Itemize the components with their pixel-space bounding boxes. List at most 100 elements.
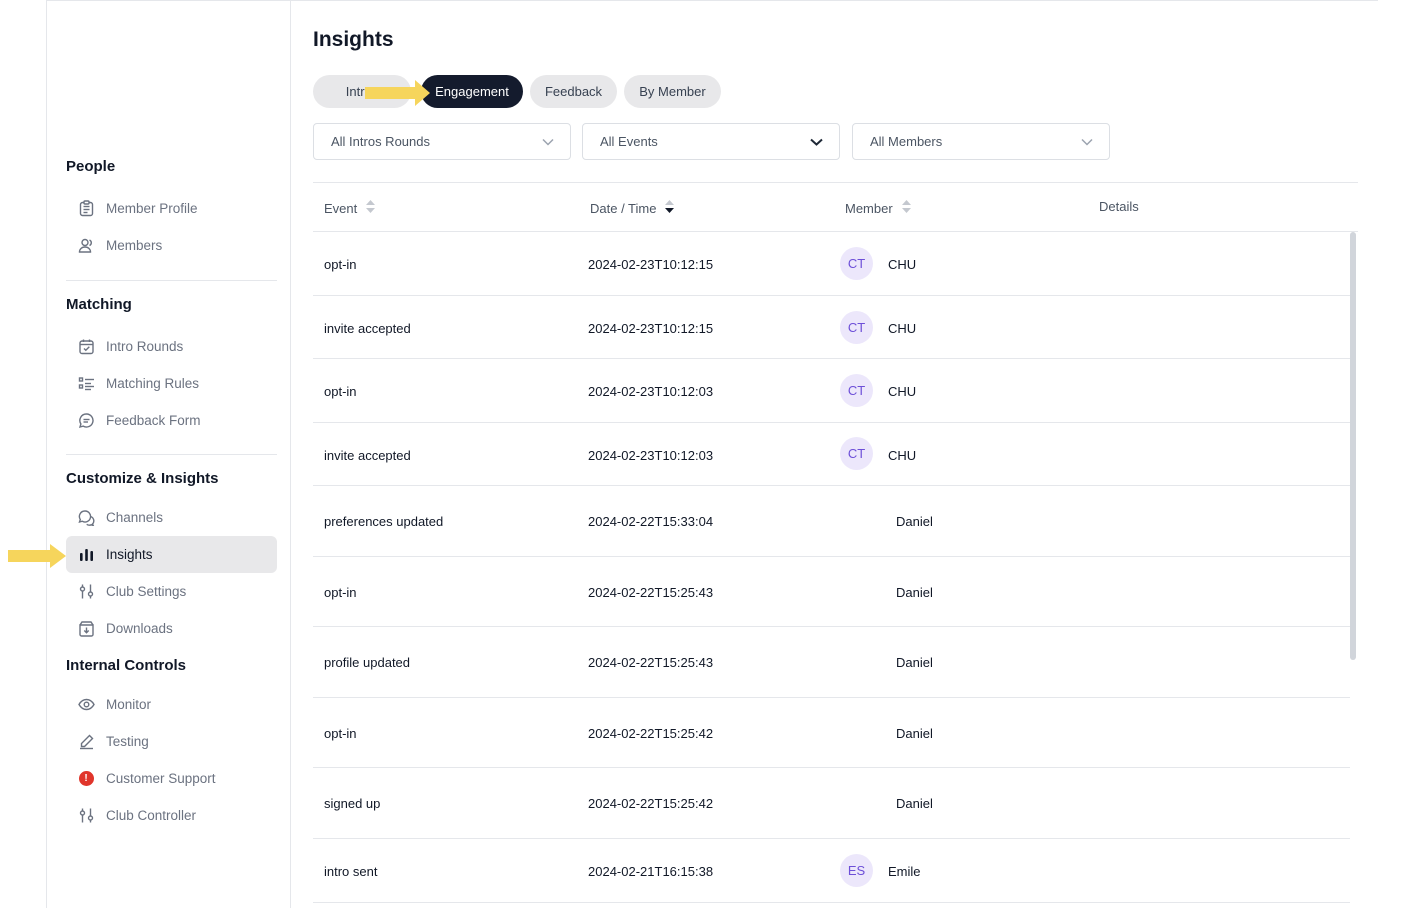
- member-cell: Daniel: [896, 514, 933, 529]
- sidebar-item-downloads[interactable]: Downloads: [66, 610, 277, 647]
- users-icon: [77, 237, 95, 255]
- events-select[interactable]: All Events: [582, 123, 840, 160]
- datetime-cell: 2024-02-23T10:12:15: [588, 257, 714, 272]
- sort-icon: [366, 200, 376, 216]
- sidebar-item-monitor[interactable]: Monitor: [66, 686, 277, 723]
- intros-round-select[interactable]: All Intros Rounds: [313, 123, 571, 160]
- sidebar-item-club-settings[interactable]: Club Settings: [66, 573, 277, 610]
- avatar: CT: [840, 247, 873, 280]
- datetime-cell: 2024-02-22T15:25:42: [588, 726, 714, 741]
- event-cell: profile updated: [324, 655, 411, 670]
- sidebar-item-channels[interactable]: Channels: [66, 499, 277, 536]
- sidebar-item-matching-rules[interactable]: Matching Rules: [66, 365, 277, 402]
- member-cell: Daniel: [896, 655, 933, 670]
- table-scrollbar[interactable]: [1350, 232, 1356, 660]
- table-row[interactable]: profile updated 2024-02-22T15:25:43 Dani…: [313, 627, 1350, 698]
- list-icon: [77, 375, 95, 393]
- sidebar: People Member Profile Members Matching I…: [46, 0, 291, 908]
- datetime-cell: 2024-02-21T16:15:38: [588, 864, 714, 879]
- avatar: CT: [840, 374, 873, 407]
- alert-badge: !: [78, 771, 94, 786]
- highlight-arrow-icon: [365, 80, 430, 106]
- event-cell: opt-in: [324, 384, 357, 399]
- avatar: CT: [840, 437, 873, 470]
- event-cell: preferences updated: [324, 514, 444, 529]
- column-header-event[interactable]: Event: [324, 200, 376, 216]
- datetime-cell: 2024-02-23T10:12:03: [588, 448, 714, 463]
- table-row[interactable]: signed up 2024-02-22T15:25:42 Daniel: [313, 768, 1350, 839]
- sidebar-item-testing[interactable]: Testing: [66, 723, 277, 760]
- avatar: ES: [840, 854, 873, 887]
- sliders-icon: [77, 583, 95, 601]
- page-title: Insights: [313, 28, 394, 51]
- table-row[interactable]: opt-in 2024-02-22T15:25:42 Daniel: [313, 698, 1350, 768]
- sort-descending-icon: [665, 200, 675, 216]
- download-box-icon: [77, 620, 95, 638]
- sidebar-item-club-controller[interactable]: Club Controller: [66, 797, 277, 834]
- chevron-down-icon: [542, 134, 554, 149]
- sidebar-item-label: Feedback Form: [106, 413, 201, 428]
- table-row[interactable]: opt-in 2024-02-22T15:25:43 Daniel: [313, 557, 1350, 627]
- sliders-icon: [77, 807, 95, 825]
- clipboard-icon: [77, 200, 95, 218]
- sidebar-item-label: Intro Rounds: [106, 339, 184, 354]
- avatar: CT: [840, 311, 873, 344]
- tab-engagement[interactable]: Engagement: [421, 75, 523, 108]
- sidebar-item-label: Members: [106, 238, 163, 253]
- event-cell: opt-in: [324, 726, 357, 741]
- members-select[interactable]: All Members: [852, 123, 1110, 160]
- sidebar-item-label: Customer Support: [106, 771, 216, 786]
- column-header-member[interactable]: Member: [845, 200, 911, 216]
- member-cell: Emile: [888, 864, 921, 879]
- sidebar-item-label: Matching Rules: [106, 376, 200, 391]
- event-cell: opt-in: [324, 257, 357, 272]
- datetime-cell: 2024-02-23T10:12:15: [588, 321, 714, 336]
- member-cell: CHU: [888, 321, 917, 336]
- member-cell: CHU: [888, 384, 917, 399]
- section-title-matching: Matching: [66, 296, 132, 313]
- bar-chart-icon: [77, 546, 95, 564]
- tab-by-member[interactable]: By Member: [624, 75, 721, 108]
- event-cell: opt-in: [324, 585, 357, 600]
- section-title-internal-controls: Internal Controls: [66, 657, 187, 674]
- sidebar-item-label: Downloads: [106, 621, 173, 636]
- sidebar-item-label: Member Profile: [106, 201, 198, 216]
- table-header: Event Date / Time Member Details: [313, 182, 1358, 232]
- calendar-check-icon: [77, 338, 95, 356]
- column-header-date-time[interactable]: Date / Time: [590, 200, 675, 216]
- event-cell: intro sent: [324, 864, 378, 879]
- sidebar-item-intro-rounds[interactable]: Intro Rounds: [66, 328, 277, 365]
- chat-bubbles-icon: [77, 509, 95, 527]
- sidebar-item-label: Channels: [106, 510, 164, 525]
- event-cell: invite accepted: [324, 321, 411, 336]
- sidebar-item-members[interactable]: Members: [66, 227, 277, 264]
- select-value: All Members: [870, 134, 943, 149]
- chevron-down-icon: [1081, 134, 1093, 149]
- column-header-details: Details: [1099, 199, 1139, 214]
- sidebar-item-insights[interactable]: Insights: [66, 536, 277, 573]
- table-row[interactable]: invite accepted 2024-02-23T10:12:15 CT C…: [313, 296, 1350, 359]
- chevron-down-icon: [810, 134, 823, 149]
- alert-icon: !: [77, 770, 95, 788]
- sidebar-item-customer-support[interactable]: ! Customer Support: [66, 760, 277, 797]
- tab-feedback[interactable]: Feedback: [530, 75, 617, 108]
- member-cell: Daniel: [896, 796, 933, 811]
- sidebar-divider: [66, 454, 277, 455]
- sidebar-item-label: Testing: [106, 734, 149, 749]
- sidebar-item-member-profile[interactable]: Member Profile: [66, 190, 277, 227]
- table-row[interactable]: invite accepted 2024-02-23T10:12:03 CT C…: [313, 423, 1350, 486]
- sidebar-item-label: Monitor: [106, 697, 152, 712]
- table-row[interactable]: opt-in 2024-02-23T10:12:15 CT CHU: [313, 232, 1350, 296]
- table-row[interactable]: intro sent 2024-02-21T16:15:38 ES Emile: [313, 839, 1350, 903]
- highlight-arrow-icon: [8, 544, 66, 568]
- section-title-people: People: [66, 158, 116, 175]
- sidebar-item-label: Club Controller: [106, 808, 197, 823]
- select-value: All Events: [600, 134, 658, 149]
- table-row[interactable]: opt-in 2024-02-23T10:12:03 CT CHU: [313, 359, 1350, 423]
- sidebar-item-feedback-form[interactable]: Feedback Form: [66, 402, 277, 439]
- table-row[interactable]: preferences updated 2024-02-22T15:33:04 …: [313, 486, 1350, 557]
- event-cell: signed up: [324, 796, 381, 811]
- pencil-icon: [77, 733, 95, 751]
- member-cell: CHU: [888, 448, 917, 463]
- member-cell: CHU: [888, 257, 917, 272]
